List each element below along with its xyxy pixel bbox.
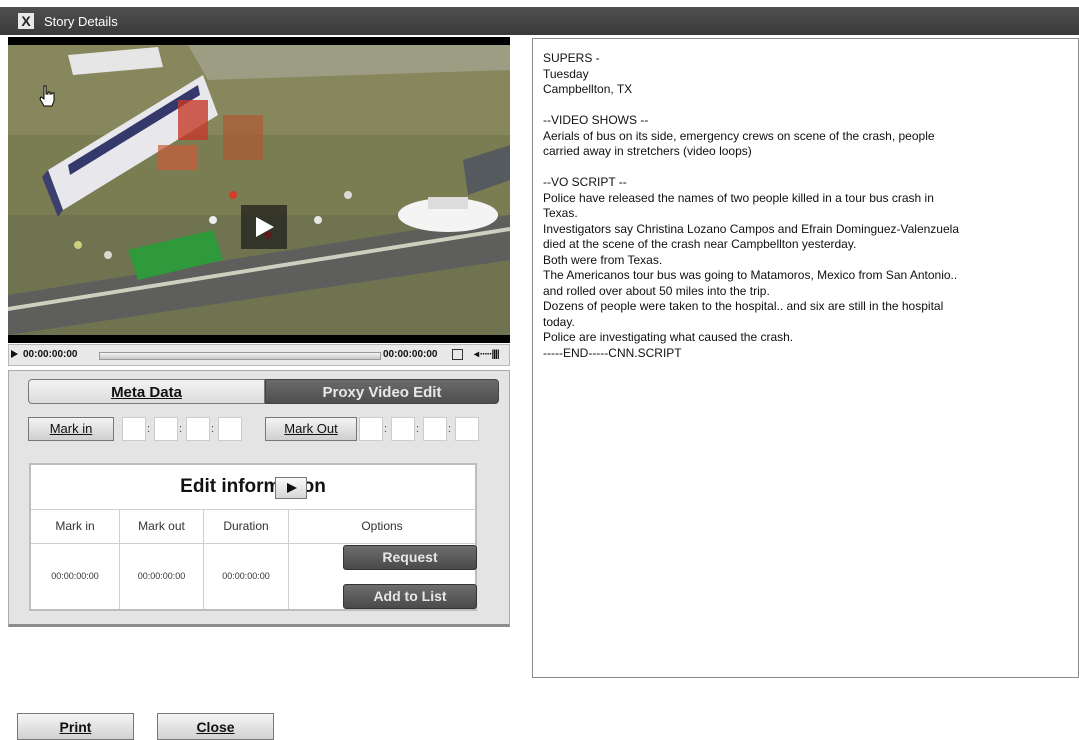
play-icon xyxy=(287,483,297,493)
separator: : xyxy=(416,423,420,435)
window-title: Story Details xyxy=(44,14,118,29)
tab-meta-data[interactable]: Meta Data xyxy=(28,379,265,404)
separator: : xyxy=(211,423,215,435)
script-text: SUPERS - Tuesday Campbellton, TX --VIDEO… xyxy=(543,51,959,360)
separator: : xyxy=(384,423,388,435)
mark-in-seconds[interactable] xyxy=(186,417,210,441)
close-button[interactable]: Close xyxy=(157,713,274,740)
seek-bar[interactable] xyxy=(99,352,381,360)
separator: : xyxy=(448,423,452,435)
tab-proxy-video-edit[interactable]: Proxy Video Edit xyxy=(265,379,499,404)
video-player[interactable] xyxy=(8,37,510,343)
separator: : xyxy=(147,423,151,435)
play-overlay-button[interactable] xyxy=(241,205,287,249)
total-time: 00:00:00:00 xyxy=(383,349,438,360)
column-header: Options xyxy=(289,510,475,544)
play-icon[interactable] xyxy=(11,350,18,358)
cell-duration: 00:00:00:00 xyxy=(222,571,270,581)
add-to-list-button[interactable]: Add to List xyxy=(343,584,477,609)
cell-mark-out: 00:00:00:00 xyxy=(137,571,186,581)
volume-icon[interactable]: ◂ ·····|||| xyxy=(474,349,500,360)
column-header: Mark out xyxy=(120,510,203,544)
fullscreen-icon[interactable] xyxy=(452,349,463,360)
mark-in-hours[interactable] xyxy=(122,417,146,441)
current-time: 00:00:00:00 xyxy=(23,349,78,360)
mark-out-button[interactable]: Mark Out xyxy=(265,417,357,441)
request-button[interactable]: Request xyxy=(343,545,477,570)
script-panel[interactable]: SUPERS - Tuesday Campbellton, TX --VIDEO… xyxy=(532,38,1079,678)
mark-out-minutes[interactable] xyxy=(391,417,415,441)
print-button[interactable]: Print xyxy=(17,713,134,740)
play-icon xyxy=(256,217,274,237)
separator: : xyxy=(179,423,183,435)
title-bar: X Story Details xyxy=(0,7,1079,35)
edit-panel: Meta Data Proxy Video Edit Mark in : : :… xyxy=(8,370,510,627)
column-header: Mark in xyxy=(31,510,119,544)
mark-out-hours[interactable] xyxy=(359,417,383,441)
mark-in-minutes[interactable] xyxy=(154,417,178,441)
mark-out-seconds[interactable] xyxy=(423,417,447,441)
mark-out-frames[interactable] xyxy=(455,417,479,441)
video-frame xyxy=(8,45,510,335)
close-icon[interactable]: X xyxy=(18,13,34,29)
hand-cursor-icon xyxy=(39,85,55,107)
column-header: Duration xyxy=(204,510,288,544)
preview-play-button[interactable] xyxy=(275,477,307,499)
divider xyxy=(288,510,289,609)
mark-in-button[interactable]: Mark in xyxy=(28,417,114,441)
edit-info-title: Edit information xyxy=(31,465,475,510)
video-controls: 00:00:00:00 00:00:00:00 ◂ ·····|||| xyxy=(8,344,510,366)
cell-mark-in: 00:00:00:00 xyxy=(51,571,99,581)
mark-in-frames[interactable] xyxy=(218,417,242,441)
